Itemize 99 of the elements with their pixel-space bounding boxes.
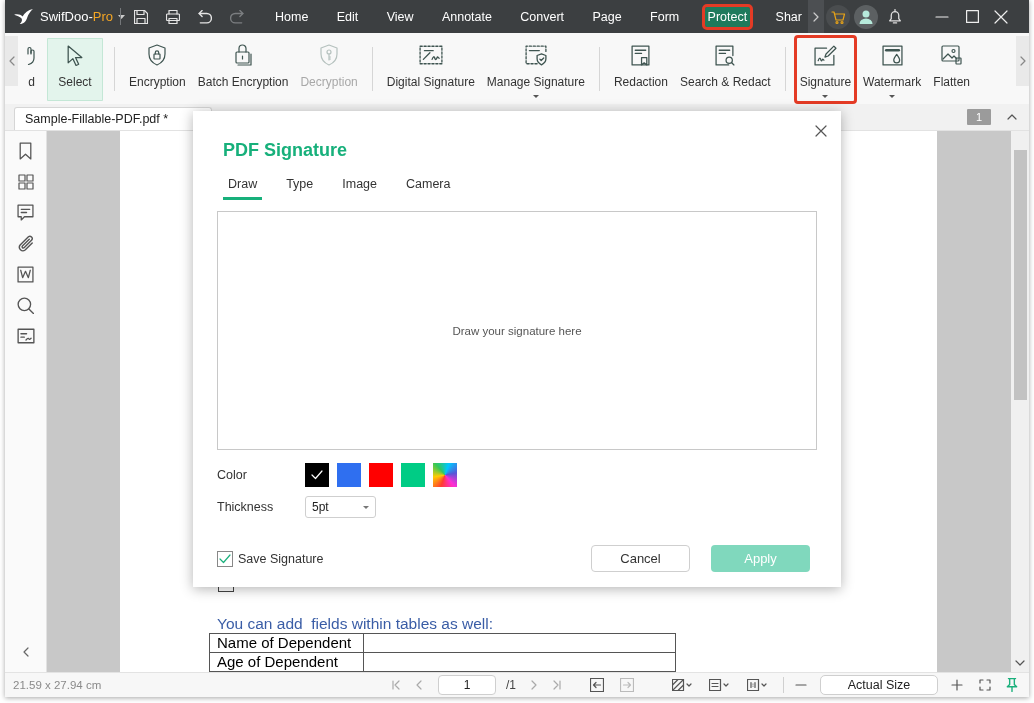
page-total-text: /1 (506, 678, 516, 692)
ribbon-button[interactable]: Manage Signature (480, 35, 591, 104)
color-swatch[interactable] (369, 463, 393, 487)
dialog-tab[interactable]: Camera (401, 177, 456, 200)
color-swatch[interactable] (305, 463, 329, 487)
print-icon[interactable] (166, 9, 180, 24)
menu-tab[interactable]: Protect (701, 3, 754, 30)
checkbox-label: Save Signature (238, 551, 324, 566)
close-icon[interactable] (815, 125, 827, 137)
ribbon-button[interactable]: Digital Signature (380, 35, 481, 104)
table-cell: Name of Dependent (209, 633, 364, 653)
color-picker-swatch[interactable] (433, 463, 457, 487)
menu-tab[interactable]: View (380, 3, 420, 30)
chevron-down-icon[interactable] (1015, 660, 1025, 666)
ribbon-button[interactable]: Select (44, 35, 106, 104)
bell-icon[interactable] (888, 9, 902, 24)
hatched-square-icon[interactable] (672, 679, 692, 691)
actual-size-icon[interactable] (747, 679, 767, 691)
thickness-label: Thickness (217, 500, 274, 514)
ribbon-button[interactable]: Redaction (607, 35, 674, 104)
menu-tab[interactable]: Home (269, 3, 315, 30)
signature-card-icon[interactable] (16, 328, 35, 344)
menu-tab[interactable]: Page (586, 3, 628, 30)
cursor-icon (67, 44, 83, 66)
shield-lock-icon (148, 44, 167, 66)
back-arrow-icon[interactable] (590, 678, 604, 692)
signature-pad[interactable]: Draw your signature here (217, 211, 817, 450)
ribbon-button[interactable]: Batch Encryption (191, 35, 295, 104)
menu-tab[interactable]: Form (644, 3, 686, 30)
table-cell[interactable] (363, 652, 676, 672)
color-label: Color (217, 468, 247, 482)
chevron-right-icon (1019, 56, 1026, 66)
page-number-field[interactable]: 1 (438, 675, 496, 695)
shield-key-icon (320, 44, 339, 66)
color-swatch[interactable] (337, 463, 361, 487)
table-cell[interactable] (363, 633, 676, 653)
bookmark-icon[interactable] (19, 142, 32, 160)
user-avatar-icon[interactable] (854, 4, 878, 29)
dialog-tab[interactable]: Type (281, 177, 319, 200)
signature-shield-icon (524, 44, 547, 66)
search-icon[interactable] (17, 297, 34, 314)
checkbox[interactable] (217, 550, 233, 567)
color-swatch[interactable] (401, 463, 425, 487)
menu-tab[interactable]: Shar (769, 3, 808, 30)
check-icon (311, 470, 323, 480)
page-size-text: 21.59 x 27.94 cm (13, 679, 102, 691)
zoom-in-icon[interactable] (951, 679, 963, 691)
save-icon[interactable] (134, 9, 148, 24)
cancel-button[interactable]: Cancel (591, 545, 690, 572)
check-icon (219, 553, 231, 564)
caret-down-icon (363, 505, 369, 509)
page-number-badge: 1 (967, 109, 991, 125)
paperclip-icon[interactable] (17, 235, 34, 252)
page-lines-icon[interactable] (709, 679, 729, 691)
chevron-left-icon[interactable] (22, 647, 29, 657)
document-search-icon (715, 44, 736, 66)
image-icon (941, 45, 963, 65)
maximize-icon[interactable] (966, 10, 979, 23)
scrollbar[interactable] (1011, 131, 1029, 672)
grid-icon[interactable] (17, 174, 34, 190)
signature-hint: Draw your signature here (452, 324, 582, 337)
scrollbar-thumb[interactable] (1013, 150, 1027, 400)
comment-icon[interactable] (17, 204, 34, 221)
ribbon-button[interactable]: Search & Redact (673, 35, 777, 104)
cart-icon[interactable] (826, 4, 850, 29)
bird-logo-icon (14, 9, 33, 24)
thickness-select[interactable]: 5pt (305, 496, 376, 518)
minimize-icon[interactable] (935, 15, 949, 18)
signature-pen-icon (813, 44, 837, 66)
ribbon-button[interactable]: Watermark (857, 35, 928, 104)
menu-tab[interactable]: Convert (514, 3, 571, 30)
ribbon-button[interactable]: Signature (793, 35, 858, 104)
ribbon-button[interactable]: Encryption (123, 35, 192, 104)
word-icon[interactable] (17, 266, 34, 283)
document-bookmark-icon (631, 44, 651, 66)
hand-icon (27, 45, 35, 65)
chevron-left-icon (8, 56, 15, 66)
menu-tab[interactable]: Annotate (435, 3, 498, 30)
padlock-icon (234, 44, 252, 66)
zoom-field[interactable]: Actual Size (820, 675, 938, 695)
signature-frame-icon (418, 45, 443, 65)
caret-down-icon[interactable] (118, 14, 125, 19)
document-tab[interactable]: Sample-Fillable-PDF.pdf * (14, 107, 212, 130)
pin-icon[interactable] (1006, 678, 1018, 692)
fullscreen-icon[interactable] (979, 679, 991, 691)
watermark-icon (881, 44, 903, 66)
chevron-right-icon[interactable] (813, 11, 819, 22)
dialog-title: PDF Signature (223, 139, 347, 161)
dialog-tab[interactable]: Image (337, 177, 383, 200)
ribbon-button[interactable]: d (18, 35, 41, 104)
ribbon-button[interactable]: Flatten (927, 35, 976, 104)
undo-icon[interactable] (198, 9, 212, 24)
app-name: SwifDoo-Pro (40, 9, 113, 24)
chevron-up-icon[interactable] (1007, 114, 1017, 120)
table-cell: Age of Dependent (209, 652, 364, 672)
menu-tab[interactable]: Edit (330, 3, 365, 30)
document-heading: You can add fields within tables as well: (217, 615, 494, 633)
redo-icon[interactable] (230, 9, 244, 24)
dialog-tab[interactable]: Draw (223, 177, 263, 200)
